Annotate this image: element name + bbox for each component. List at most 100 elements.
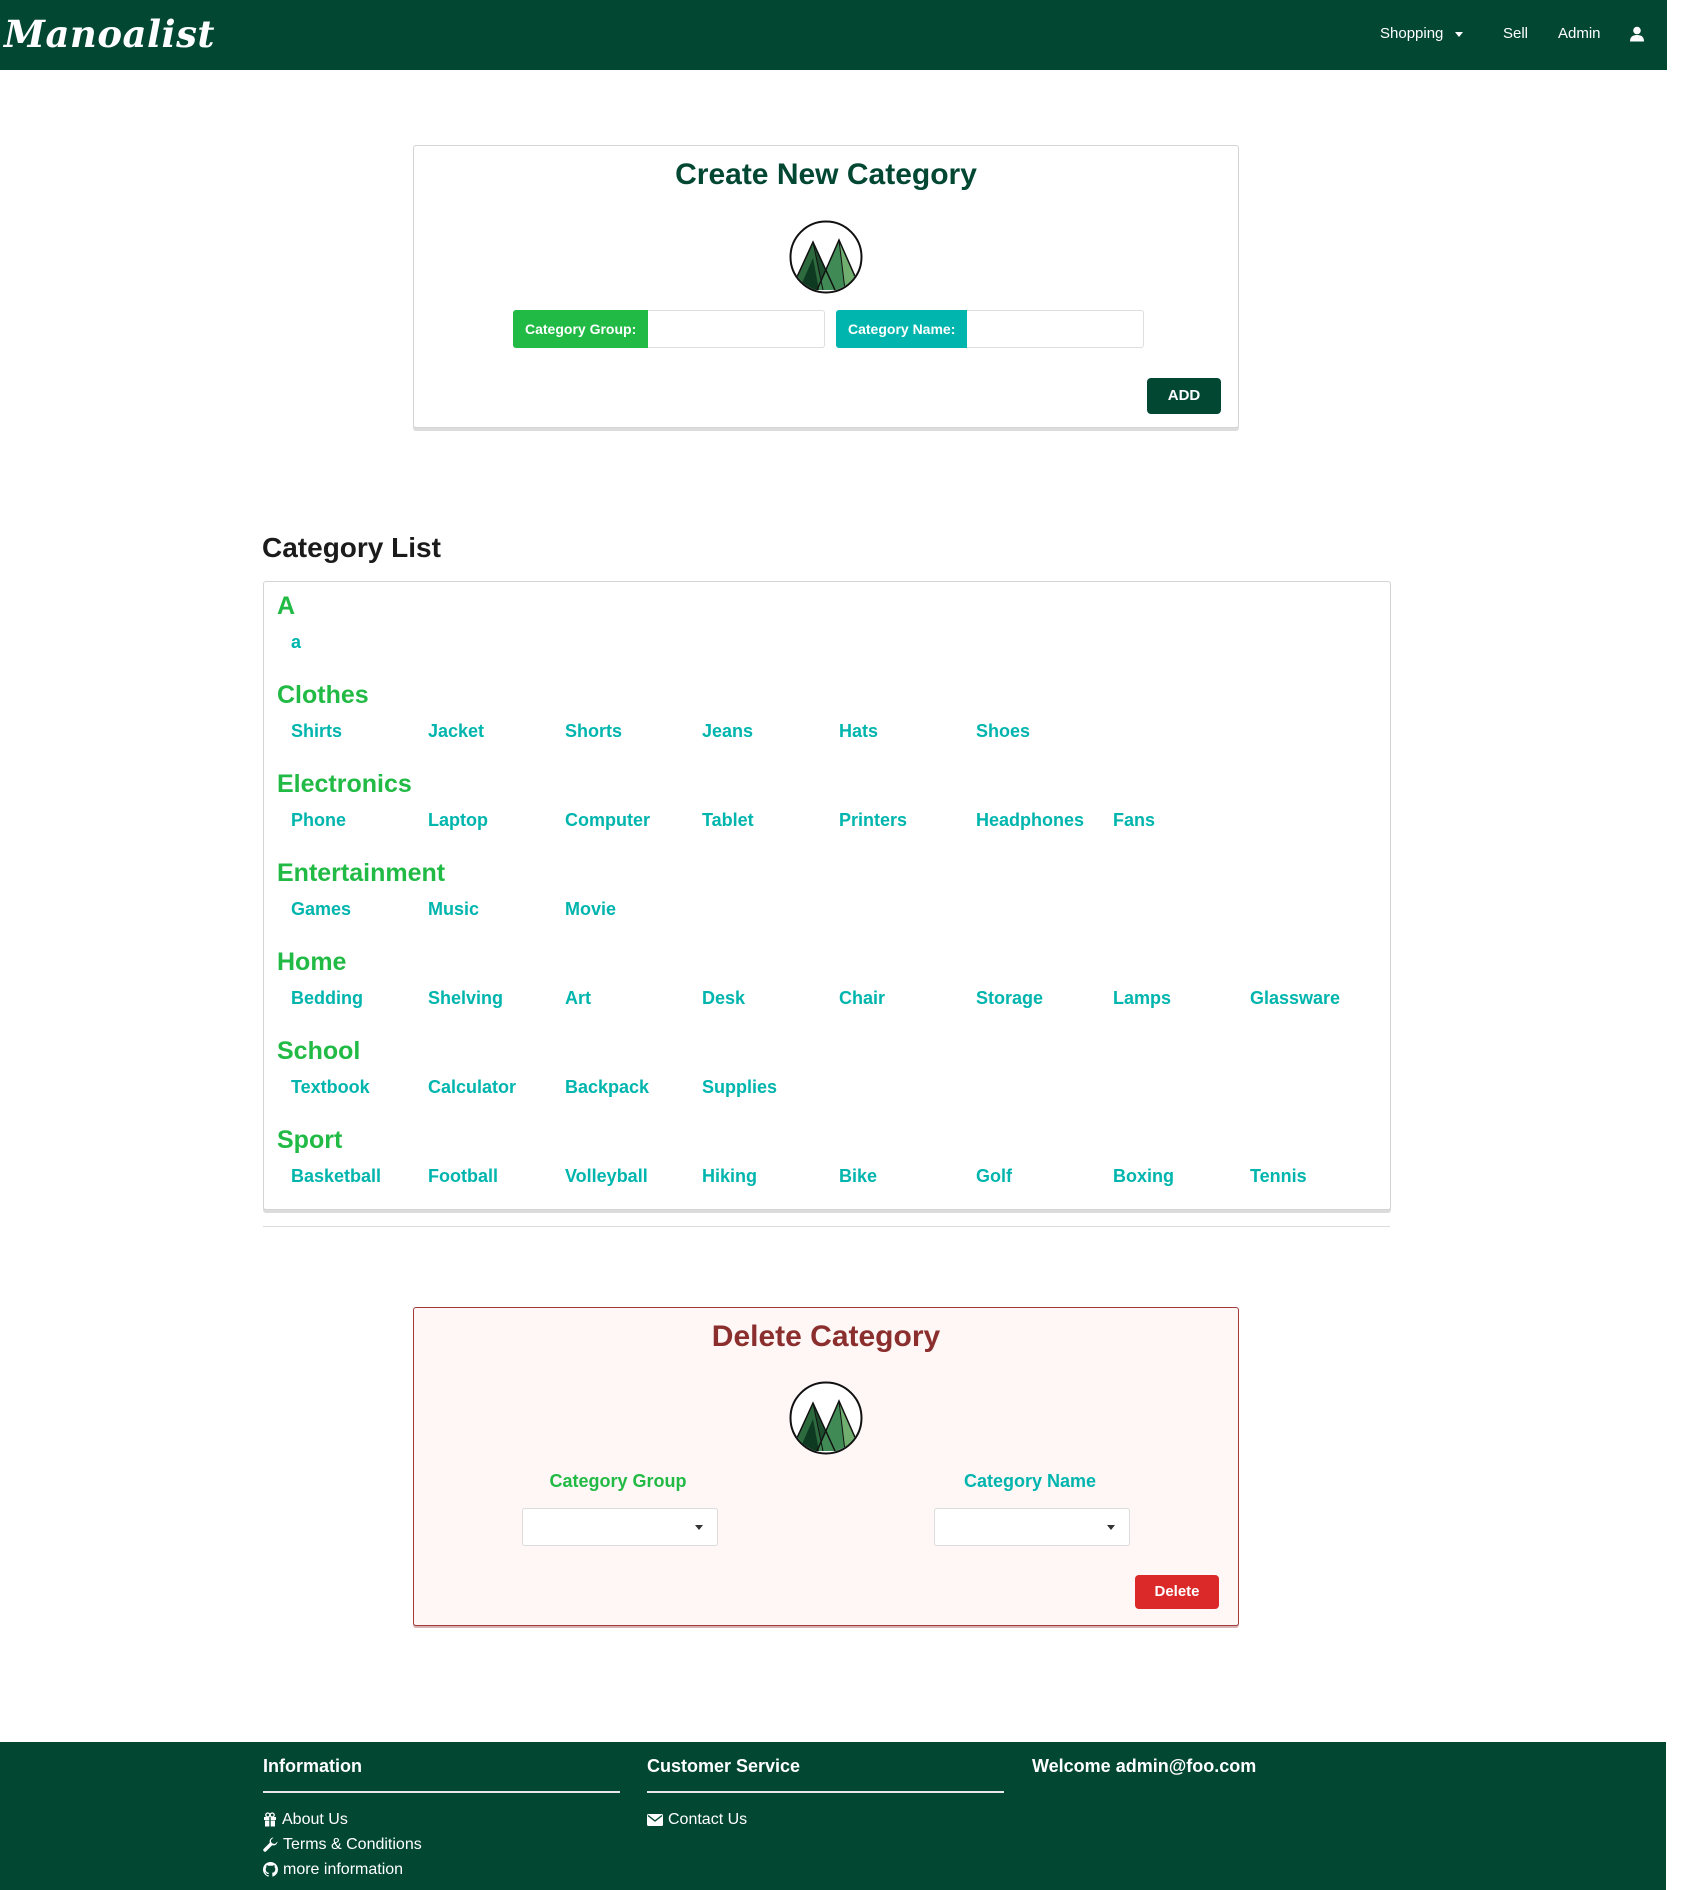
category-item-link[interactable]: Hiking [702,1166,757,1187]
category-group-input[interactable] [648,310,826,348]
category-item-link[interactable]: Shorts [565,721,622,742]
footer-welcome-column: Welcome admin@foo.com [1032,1756,1432,1777]
about-us-link[interactable]: About Us [263,1807,620,1832]
category-item-link[interactable]: Tennis [1250,1166,1307,1187]
category-name-input[interactable] [967,310,1145,348]
footer-information-title: Information [263,1756,362,1776]
category-item-link[interactable]: Shoes [976,721,1030,742]
nav-admin-link[interactable]: Admin [1558,25,1601,42]
nav-sell-link[interactable]: Sell [1503,25,1528,42]
category-group-title: School [277,1037,361,1065]
category-group-title: Electronics [277,770,412,798]
brand-logo[interactable]: Manoalist [4,12,215,56]
nav-shopping-dropdown[interactable]: Shopping [1380,25,1464,42]
category-item-link[interactable]: Games [291,899,351,920]
category-item-link[interactable]: Calculator [428,1077,516,1098]
divider [263,1226,1390,1227]
category-item-link[interactable]: a [291,632,301,653]
category-item-link[interactable]: Shelving [428,988,503,1009]
category-item-link[interactable]: Hats [839,721,878,742]
category-name-label: Category Name: [836,310,968,348]
category-item-link[interactable]: Volleyball [565,1166,648,1187]
create-category-title: Create New Category [675,158,977,191]
github-icon [263,1862,278,1877]
category-group-title: A [277,592,296,620]
more-information-link[interactable]: more information [263,1857,620,1882]
user-icon[interactable] [1630,26,1644,46]
category-item-link[interactable]: Phone [291,810,346,831]
footer-rule [263,1791,620,1793]
category-item-link[interactable]: Shirts [291,721,342,742]
create-category-card: Create New Category Category Group: Cate… [413,145,1239,428]
category-item-link[interactable]: Desk [702,988,745,1009]
more-information-label: more information [283,1861,404,1878]
category-name-select[interactable] [934,1508,1130,1546]
terms-link[interactable]: Terms & Conditions [263,1832,620,1857]
category-group: Entertainment Games Music Movie [277,859,616,929]
caret-down-icon [695,1525,703,1530]
category-item-link[interactable]: Basketball [291,1166,381,1187]
category-group-select[interactable] [522,1508,718,1546]
category-item-link[interactable]: Art [565,988,591,1009]
category-items-row: Textbook Calculator Backpack Supplies [277,1077,777,1107]
nav-shopping-label: Shopping [1380,25,1444,42]
footer-customer-service-title: Customer Service [647,1756,801,1776]
top-navbar: Manoalist Shopping Sell Admin [0,0,1667,70]
mountain-logo [789,1381,863,1455]
category-group: Clothes Shirts Jacket Shorts Jeans Hats Shoes [277,681,1030,751]
category-item-link[interactable]: Bike [839,1166,877,1187]
category-items-row: Shirts Jacket Shorts Jeans Hats Shoes [277,721,1030,751]
category-group: Electronics Phone Laptop Computer Tablet Prin… [277,770,1155,840]
category-item-link[interactable]: Laptop [428,810,488,831]
delete-category-name-label: Category Name [963,1471,1097,1491]
category-item-link[interactable]: Tablet [702,810,754,831]
terms-label: Terms & Conditions [283,1836,422,1853]
category-item-link[interactable]: Jacket [428,721,484,742]
add-button[interactable]: ADD [1147,378,1221,414]
category-item-link[interactable]: Computer [565,810,650,831]
category-item-link[interactable]: Backpack [565,1077,649,1098]
delete-category-card: Delete Category Category Group Category … [413,1307,1239,1626]
footer-rule [647,1791,1004,1793]
category-item-link[interactable]: Glassware [1250,988,1340,1009]
category-item-link[interactable]: Fans [1113,810,1155,831]
category-items-row: Bedding Shelving Art Desk Chair Storage Lamps G… [277,988,1340,1018]
category-item-link[interactable]: Jeans [702,721,753,742]
footer-information-column: Information About Us Terms & Conditions … [263,1756,620,1882]
category-items-row: Basketball Football Volleyball Hiking Bike Go… [277,1166,1307,1196]
category-item-link[interactable]: Textbook [291,1077,370,1098]
category-item-link[interactable]: Golf [976,1166,1012,1187]
envelope-icon [647,1813,663,1826]
category-item-link[interactable]: Printers [839,810,907,831]
category-list-heading: Category List [262,532,441,563]
category-list-card: Aa Clothes Shirts Jacket Shorts Jeans Hats Shoe… [263,581,1391,1210]
category-group: Sport Basketball Football Volleyball Hiking B… [277,1126,1307,1196]
category-group-input-group: Category Group: [513,310,826,348]
mountain-logo [789,220,863,294]
category-item-link[interactable]: Football [428,1166,498,1187]
caret-down-icon [1455,31,1464,37]
delete-category-group-label: Category Group [549,1471,687,1491]
delete-category-title: Delete Category [711,1320,941,1353]
category-group-title: Clothes [277,681,369,709]
category-group: School Textbook Calculator Backpack Supplies [277,1037,777,1107]
category-item-link[interactable]: Lamps [1113,988,1171,1009]
footer-welcome-text: Welcome admin@foo.com [1032,1756,1257,1776]
category-item-link[interactable]: Supplies [702,1077,777,1098]
category-name-input-group: Category Name: [836,310,1145,348]
category-item-link[interactable]: Chair [839,988,885,1009]
category-item-link[interactable]: Boxing [1113,1166,1174,1187]
category-item-link[interactable]: Storage [976,988,1043,1009]
category-item-link[interactable]: Movie [565,899,616,920]
category-items-row: a [277,632,301,662]
category-group-title: Entertainment [277,859,446,887]
category-group: Home Bedding Shelving Art Desk Chair Storage La… [277,948,1340,1018]
contact-us-label: Contact Us [668,1811,748,1828]
category-group-label: Category Group: [513,310,649,348]
category-item-link[interactable]: Headphones [976,810,1084,831]
category-item-link[interactable]: Bedding [291,988,363,1009]
category-item-link[interactable]: Music [428,899,479,920]
contact-us-link[interactable]: Contact Us [647,1807,1004,1832]
category-group-title: Home [277,948,347,976]
delete-button[interactable]: Delete [1135,1575,1219,1609]
